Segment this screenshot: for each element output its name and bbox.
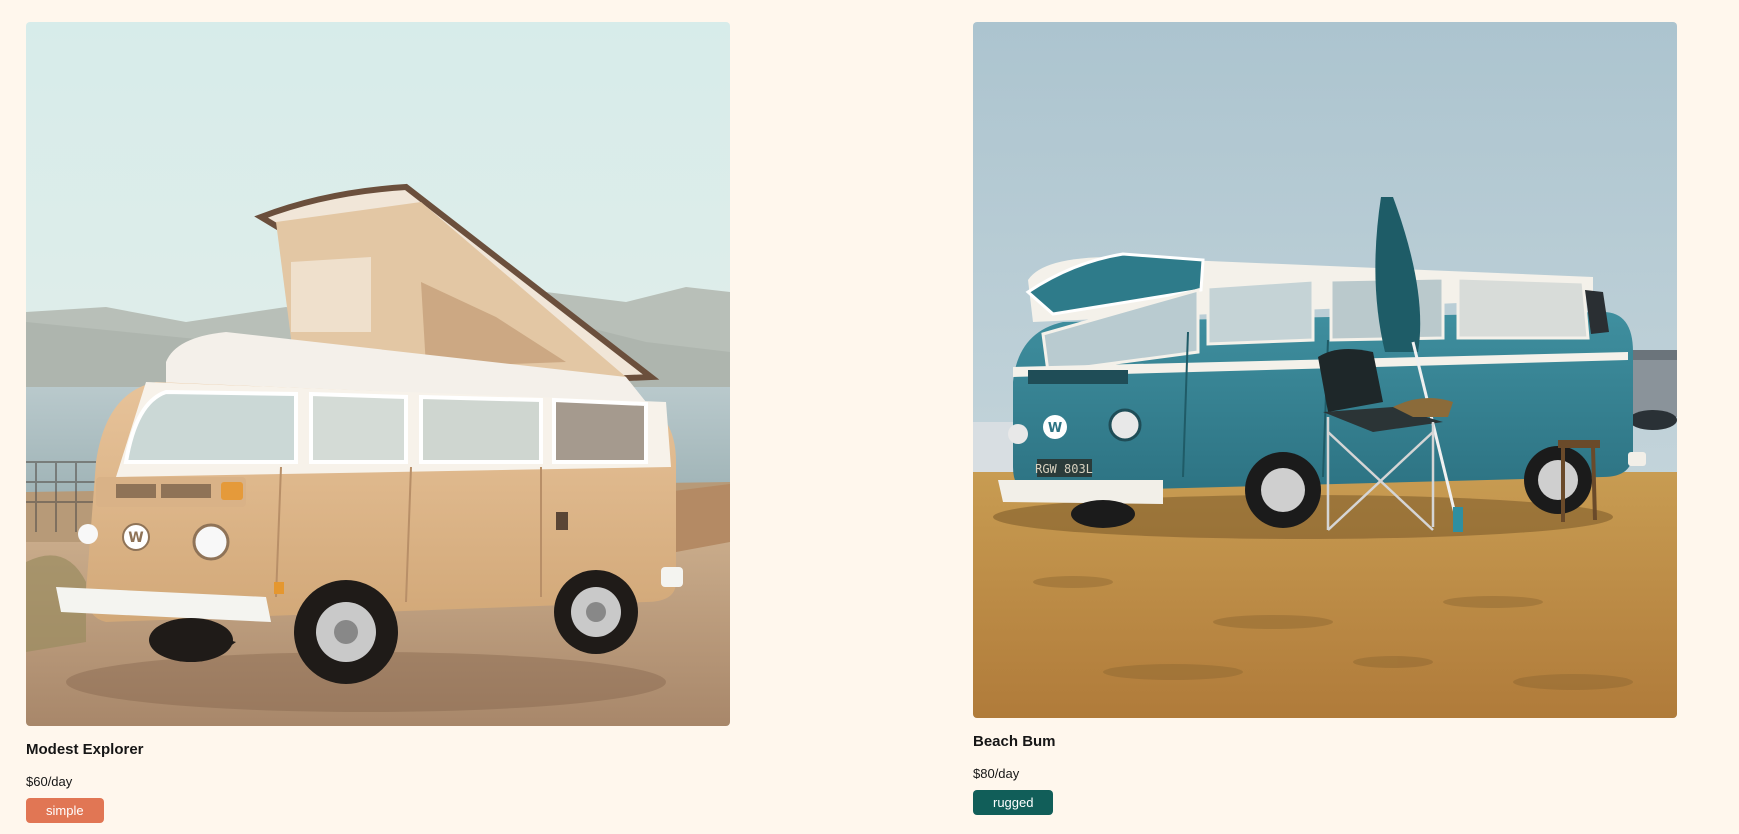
svg-text:W: W xyxy=(128,530,143,546)
van-type-badge-simple[interactable]: simple xyxy=(26,798,104,823)
svg-text:W: W xyxy=(1048,421,1062,436)
svg-text:RGW 803L: RGW 803L xyxy=(1035,462,1093,476)
van-name[interactable]: Modest Explorer xyxy=(26,741,730,759)
van-price: $80/day xyxy=(973,766,1020,781)
van-photo-beach-bum: W RGW 803L xyxy=(973,22,1677,718)
van-image[interactable]: W xyxy=(26,22,730,726)
van-photo-modest-explorer: W xyxy=(26,22,730,726)
van-type-badge-rugged[interactable]: rugged xyxy=(973,790,1054,815)
van-card[interactable]: W RGW 803L Beach Bum $80/day rugged xyxy=(973,22,1677,815)
van-name[interactable]: Beach Bum xyxy=(973,733,1677,751)
van-card[interactable]: W Modest Explorer $60/day simple xyxy=(26,22,730,823)
van-price: $60/day xyxy=(26,774,73,789)
van-image[interactable]: W RGW 803L xyxy=(973,22,1677,718)
